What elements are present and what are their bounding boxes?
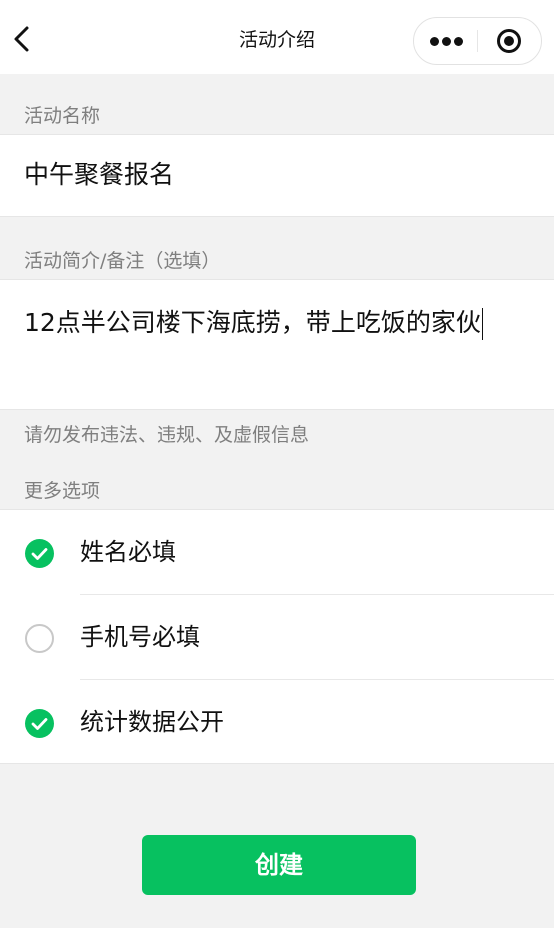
option-public-stats[interactable]: 统计数据公开: [0, 680, 554, 765]
activity-name-input[interactable]: 中午聚餐报名: [24, 135, 534, 215]
more-dots-icon: [430, 37, 439, 46]
checked-circle-icon: [25, 539, 54, 568]
more-menu-button[interactable]: [414, 18, 477, 64]
option-label: 姓名必填: [80, 538, 176, 566]
option-label: 统计数据公开: [80, 708, 224, 736]
content-notice: 请勿发布违法、违规、及虚假信息: [24, 424, 310, 446]
more-options-label: 更多选项: [24, 480, 101, 502]
activity-name-panel: 中午聚餐报名: [0, 134, 554, 217]
activity-intro-text: 12点半公司楼下海底捞，带上吃饭的家伙: [24, 308, 481, 337]
target-icon-center: [504, 36, 514, 46]
navigation-bar: 活动介绍: [0, 0, 554, 74]
chevron-left-icon: [14, 26, 29, 52]
back-button[interactable]: [8, 22, 38, 56]
option-name-required[interactable]: 姓名必填: [0, 510, 554, 595]
option-phone-required[interactable]: 手机号必填: [0, 595, 554, 680]
option-label: 手机号必填: [80, 623, 200, 651]
checked-circle-icon: [25, 709, 54, 738]
more-dots-icon-dot: [442, 37, 451, 46]
mini-program-capsule: [413, 17, 542, 65]
more-dots-icon-dot: [454, 37, 463, 46]
unchecked-circle-icon: [25, 624, 54, 653]
activity-intro-panel: 12点半公司楼下海底捞，带上吃饭的家伙: [0, 279, 554, 410]
activity-name-label: 活动名称: [24, 105, 101, 127]
close-mini-program-button[interactable]: [478, 18, 541, 64]
create-button[interactable]: 创建: [142, 835, 416, 895]
text-cursor: [481, 308, 483, 340]
activity-intro-label: 活动简介/备注（选填）: [24, 250, 221, 272]
activity-intro-textarea[interactable]: 12点半公司楼下海底捞，带上吃饭的家伙: [24, 304, 534, 342]
options-panel: 姓名必填 手机号必填 统计数据公开: [0, 509, 554, 764]
